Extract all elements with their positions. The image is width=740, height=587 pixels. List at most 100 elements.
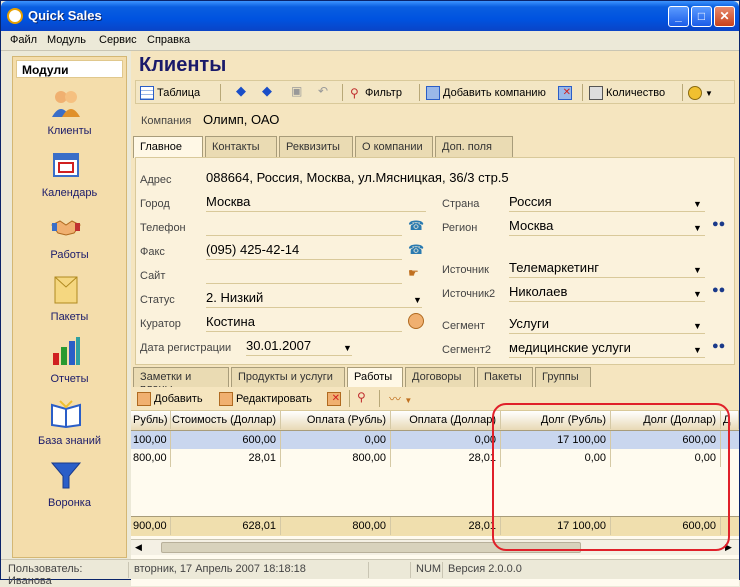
tab-main[interactable]: Главное	[133, 136, 203, 158]
status-num: NUM	[413, 562, 443, 578]
chevron-down-icon[interactable]: ▼	[693, 321, 702, 331]
chevron-down-icon[interactable]: ▼	[693, 289, 702, 299]
cell: 28,01	[391, 449, 501, 467]
calendar-icon	[53, 153, 79, 177]
city-field[interactable]: Москва	[206, 194, 426, 212]
col-header[interactable]: Оплата (Рубль)	[281, 411, 391, 429]
sidebar-item-calendar[interactable]: Календарь	[13, 149, 126, 209]
filter-works-button[interactable]: ⚲	[357, 389, 366, 409]
col-header[interactable]: Рубль)	[131, 411, 171, 429]
sidebar-item-label: База знаний	[37, 435, 102, 447]
modules-sidebar: Модули Клиенты Календарь Работы Пакеты О…	[12, 56, 127, 558]
curator-field[interactable]: Костина	[206, 314, 402, 332]
user-icon[interactable]	[408, 313, 424, 329]
phone-field[interactable]	[206, 218, 402, 236]
status-user: Пользователь: Иванова	[5, 562, 129, 587]
edit-work-button[interactable]: Редактировать	[219, 389, 312, 409]
settings-menu-button[interactable]: ▼	[688, 83, 713, 103]
total-cell: 900,00	[131, 517, 171, 535]
tab-products-services[interactable]: Продукты и услуги	[231, 367, 345, 387]
hand-pointer-icon[interactable]: ☛	[408, 266, 419, 280]
address-label: Адрес	[140, 174, 172, 186]
address-value[interactable]: 088664, Россия, Москва, ул.Мясницкая, 36…	[206, 170, 626, 188]
sidebar-item-reports[interactable]: Отчеты	[13, 335, 126, 395]
col-header[interactable]: Оплата (Доллар)	[391, 411, 501, 429]
count-button[interactable]: Количество	[589, 83, 665, 103]
reports-chart-icon	[53, 337, 80, 365]
next-record-button[interactable]: ◆	[262, 83, 272, 103]
sidebar-item-funnel[interactable]: Воронка	[13, 459, 126, 519]
close-button[interactable]: ✕	[714, 6, 735, 27]
save-button[interactable]: ▣	[291, 83, 302, 103]
maximize-button[interactable]: □	[691, 6, 712, 27]
tab-packages[interactable]: Пакеты	[477, 367, 533, 387]
source2-select[interactable]: Николаев	[509, 284, 705, 302]
filter-button-label: Фильтр	[365, 86, 402, 99]
save-icon: ▣	[291, 84, 303, 98]
menu-file[interactable]: Файл	[10, 34, 37, 46]
undo-button[interactable]: ↶	[318, 83, 328, 103]
site-field[interactable]	[206, 266, 402, 284]
funnel-icon	[50, 462, 82, 489]
count-button-label: Количество	[606, 86, 666, 99]
tab-contracts[interactable]: Договоры	[405, 367, 475, 387]
chevron-down-icon[interactable]: ▼	[693, 265, 702, 275]
title-bar[interactable]: Quick Sales _ □ ✕	[1, 1, 739, 31]
sidebar-item-clients[interactable]: Клиенты	[13, 87, 126, 147]
col-header[interactable]: Стоимость (Доллар)	[171, 411, 281, 429]
filter-icon: ⚲	[350, 86, 359, 100]
country-select[interactable]: Россия	[509, 194, 705, 212]
tab-about-company[interactable]: О компании	[355, 136, 433, 157]
binoculars-icon[interactable]: ●●	[712, 340, 725, 352]
sidebar-item-label: Отчеты	[50, 373, 89, 385]
scroll-left-icon[interactable]: ◀	[135, 542, 142, 553]
segment2-label: Сегмент2	[442, 344, 491, 356]
segment-select[interactable]: Услуги	[509, 316, 705, 334]
delete-company-button[interactable]: ✕	[558, 83, 575, 103]
add-company-button[interactable]: Добавить компанию	[426, 83, 546, 103]
menu-module[interactable]: Модуль	[47, 34, 86, 46]
tab-contacts[interactable]: Контакты	[205, 136, 277, 157]
status-label: Статус	[140, 294, 175, 306]
tab-extra-fields[interactable]: Доп. поля	[435, 136, 513, 157]
tab-notes-plans[interactable]: Заметки и планы	[133, 367, 229, 395]
group-menu-button[interactable]: 〰 ▼	[389, 389, 412, 409]
region-select[interactable]: Москва	[509, 218, 705, 236]
add-work-button[interactable]: Добавить	[137, 389, 203, 409]
reg-date-field[interactable]: 30.01.2007	[246, 338, 352, 356]
sidebar-item-works[interactable]: Работы	[13, 211, 126, 271]
menu-service[interactable]: Сервис	[99, 34, 137, 46]
region-label: Регион	[442, 222, 478, 234]
sidebar-item-packages[interactable]: Пакеты	[13, 273, 126, 333]
chevron-down-icon[interactable]: ▼	[343, 343, 352, 353]
tab-requisites[interactable]: Реквизиты	[279, 136, 353, 157]
prev-record-button[interactable]: ◆	[236, 83, 246, 103]
minimize-button[interactable]: _	[668, 6, 689, 27]
status-version: Версия 2.0.0.0	[448, 563, 522, 575]
chevron-down-icon[interactable]: ▼	[413, 295, 422, 305]
binoculars-icon[interactable]: ●●	[712, 284, 725, 296]
tab-groups[interactable]: Группы	[535, 367, 591, 387]
sidebar-item-knowledge[interactable]: База знаний	[13, 397, 126, 457]
chevron-down-icon[interactable]: ▼	[693, 199, 702, 209]
fax-phone-icon[interactable]: ☎	[408, 242, 424, 258]
menu-help[interactable]: Справка	[147, 34, 190, 46]
segment2-select[interactable]: медицинские услуги	[509, 340, 705, 358]
source-label: Источник	[442, 264, 489, 276]
filter-button[interactable]: ⚲ Фильтр	[350, 83, 402, 103]
delete-work-button[interactable]: ✕	[327, 389, 344, 409]
chevron-down-icon[interactable]: ▼	[693, 223, 702, 233]
sidebar-item-label: Воронка	[48, 497, 91, 509]
source-select[interactable]: Телемаркетинг	[509, 260, 705, 278]
table-button[interactable]: Таблица	[140, 83, 200, 103]
binoculars-icon[interactable]: ●●	[712, 218, 725, 230]
site-label: Сайт	[140, 270, 166, 282]
chevron-down-icon[interactable]: ▼	[693, 345, 702, 355]
cell: 0,00	[281, 431, 391, 449]
tab-works[interactable]: Работы	[347, 367, 403, 387]
debt-columns-highlight	[492, 403, 730, 551]
status-select[interactable]: 2. Низкий	[206, 290, 422, 308]
fax-field[interactable]: (095) 425-42-14	[206, 242, 402, 260]
phone-icon[interactable]: ☎	[408, 218, 424, 234]
clients-icon	[52, 91, 80, 117]
